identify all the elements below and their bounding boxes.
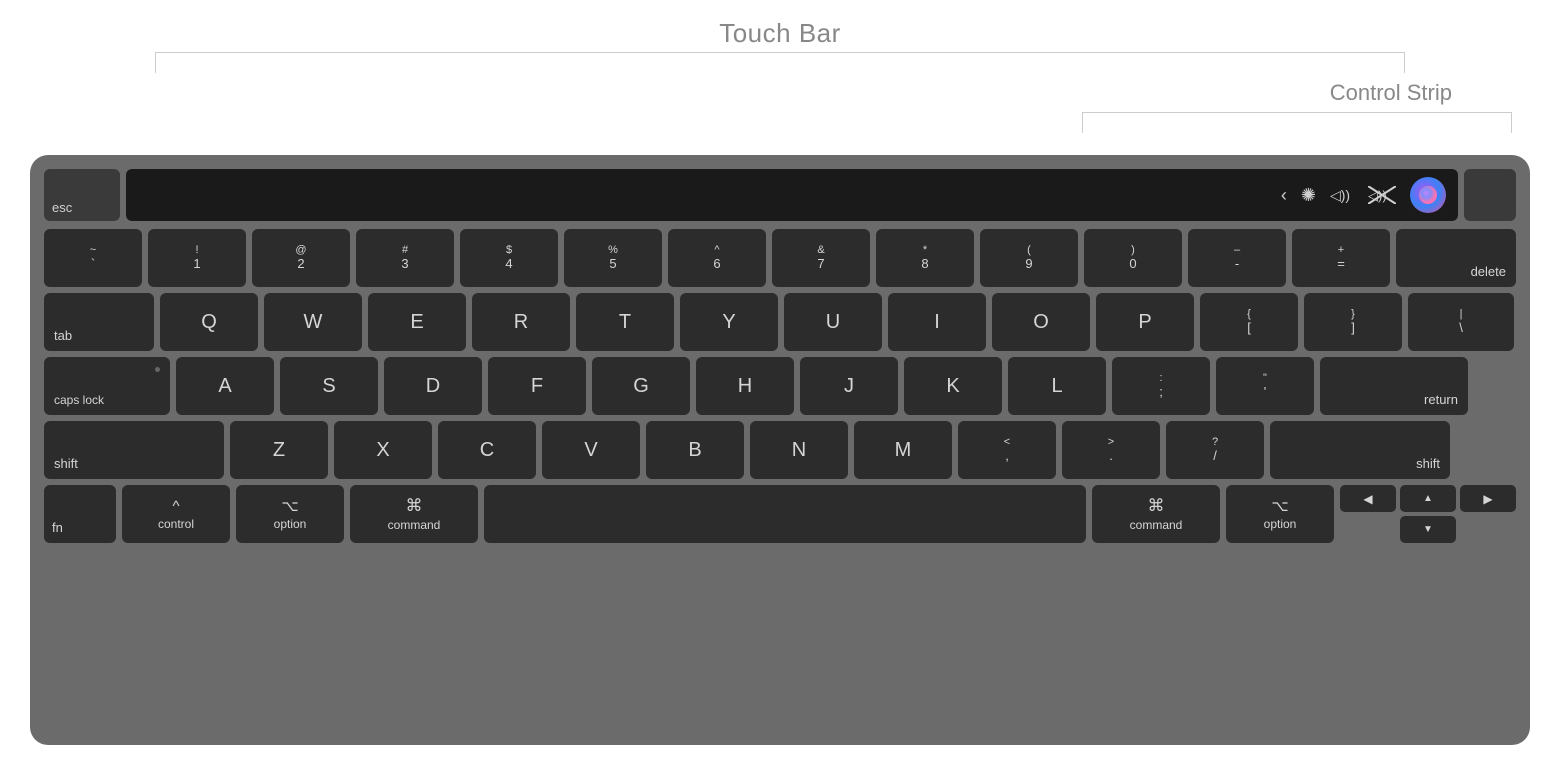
- key-0[interactable]: ) 0: [1084, 229, 1182, 287]
- key-fn[interactable]: fn: [44, 485, 116, 543]
- key-v[interactable]: V: [542, 421, 640, 479]
- control-strip-annotation-line: [1082, 112, 1512, 113]
- key-d[interactable]: D: [384, 357, 482, 415]
- key-r[interactable]: R: [472, 293, 570, 351]
- key-j[interactable]: J: [800, 357, 898, 415]
- qwerty-row: tab Q W E R T Y U I O P { [ } ] | \: [44, 293, 1516, 351]
- key-command-left[interactable]: ⌘ command: [350, 485, 478, 543]
- key-4[interactable]: $ 4: [460, 229, 558, 287]
- key-1[interactable]: ! 1: [148, 229, 246, 287]
- key-7[interactable]: & 7: [772, 229, 870, 287]
- zxcv-row: shift Z X C V B N M < , > . ? / shift: [44, 421, 1516, 479]
- key-quote[interactable]: " ': [1216, 357, 1314, 415]
- key-i[interactable]: I: [888, 293, 986, 351]
- key-e[interactable]: E: [368, 293, 466, 351]
- svg-text:◁)): ◁)): [1330, 187, 1350, 203]
- key-esc[interactable]: esc: [44, 169, 120, 221]
- key-delete[interactable]: delete: [1396, 229, 1516, 287]
- key-2[interactable]: @ 2: [252, 229, 350, 287]
- key-power[interactable]: [1464, 169, 1516, 221]
- key-w[interactable]: W: [264, 293, 362, 351]
- key-q[interactable]: Q: [160, 293, 258, 351]
- key-b[interactable]: B: [646, 421, 744, 479]
- touch-bar-row: esc ‹ ✺ ◁)) ◁)): [44, 169, 1516, 221]
- key-g[interactable]: G: [592, 357, 690, 415]
- key-control[interactable]: ^ control: [122, 485, 230, 543]
- key-command-right[interactable]: ⌘ command: [1092, 485, 1220, 543]
- key-o[interactable]: O: [992, 293, 1090, 351]
- key-u[interactable]: U: [784, 293, 882, 351]
- key-6[interactable]: ^ 6: [668, 229, 766, 287]
- arrow-top-row: ◀ ▲ ▼ ▶: [1340, 485, 1516, 543]
- key-backtick[interactable]: ~ `: [44, 229, 142, 287]
- touch-bar-strip[interactable]: ‹ ✺ ◁)) ◁)): [126, 169, 1458, 221]
- volume-icon[interactable]: ◁)): [1330, 186, 1354, 204]
- key-m[interactable]: M: [854, 421, 952, 479]
- key-semicolon[interactable]: : ;: [1112, 357, 1210, 415]
- key-bracket-close[interactable]: } ]: [1304, 293, 1402, 351]
- key-space[interactable]: [484, 485, 1086, 543]
- key-n[interactable]: N: [750, 421, 848, 479]
- key-shift-left[interactable]: shift: [44, 421, 224, 479]
- key-t[interactable]: T: [576, 293, 674, 351]
- key-9[interactable]: ( 9: [980, 229, 1078, 287]
- key-arrow-down[interactable]: ▼: [1400, 516, 1456, 543]
- key-option-left[interactable]: ⌥ option: [236, 485, 344, 543]
- key-period[interactable]: > .: [1062, 421, 1160, 479]
- brightness-icon[interactable]: ✺: [1301, 185, 1316, 206]
- mute-icon[interactable]: ◁)): [1368, 186, 1396, 204]
- key-k[interactable]: K: [904, 357, 1002, 415]
- key-backslash[interactable]: | \: [1408, 293, 1514, 351]
- key-z[interactable]: Z: [230, 421, 328, 479]
- key-equals[interactable]: + =: [1292, 229, 1390, 287]
- key-tab[interactable]: tab: [44, 293, 154, 351]
- chevron-icon[interactable]: ‹: [1281, 185, 1287, 206]
- key-p[interactable]: P: [1096, 293, 1194, 351]
- siri-button[interactable]: [1410, 177, 1446, 213]
- key-caps-lock[interactable]: caps lock: [44, 357, 170, 415]
- key-3[interactable]: # 3: [356, 229, 454, 287]
- key-l[interactable]: L: [1008, 357, 1106, 415]
- key-arrow-right[interactable]: ▶: [1460, 485, 1516, 512]
- key-f[interactable]: F: [488, 357, 586, 415]
- key-arrow-up[interactable]: ▲: [1400, 485, 1456, 512]
- key-comma[interactable]: < ,: [958, 421, 1056, 479]
- key-y[interactable]: Y: [680, 293, 778, 351]
- asdf-row: caps lock A S D F G H J K L : ; " ' retu…: [44, 357, 1516, 415]
- key-5[interactable]: % 5: [564, 229, 662, 287]
- key-8[interactable]: * 8: [876, 229, 974, 287]
- key-minus[interactable]: – -: [1188, 229, 1286, 287]
- touch-bar-annotation-line: [155, 52, 1405, 53]
- caps-indicator: [155, 367, 160, 372]
- key-return[interactable]: return: [1320, 357, 1468, 415]
- key-arrow-left[interactable]: ◀: [1340, 485, 1396, 512]
- key-slash[interactable]: ? /: [1166, 421, 1264, 479]
- key-bracket-open[interactable]: { [: [1200, 293, 1298, 351]
- key-option-right[interactable]: ⌥ option: [1226, 485, 1334, 543]
- key-shift-right[interactable]: shift: [1270, 421, 1450, 479]
- key-c[interactable]: C: [438, 421, 536, 479]
- number-row: ~ ` ! 1 @ 2 # 3 $ 4 % 5 ^ 6 & 7: [44, 229, 1516, 287]
- key-h[interactable]: H: [696, 357, 794, 415]
- key-a[interactable]: A: [176, 357, 274, 415]
- control-strip-label: Control Strip: [1330, 80, 1452, 106]
- touch-bar-label: Touch Bar: [719, 18, 841, 49]
- key-s[interactable]: S: [280, 357, 378, 415]
- key-x[interactable]: X: [334, 421, 432, 479]
- bottom-row: fn ^ control ⌥ option ⌘ command ⌘ comman…: [44, 485, 1516, 543]
- arrow-cluster: ◀ ▲ ▼ ▶: [1340, 485, 1516, 543]
- keyboard: esc ‹ ✺ ◁)) ◁)): [30, 155, 1530, 745]
